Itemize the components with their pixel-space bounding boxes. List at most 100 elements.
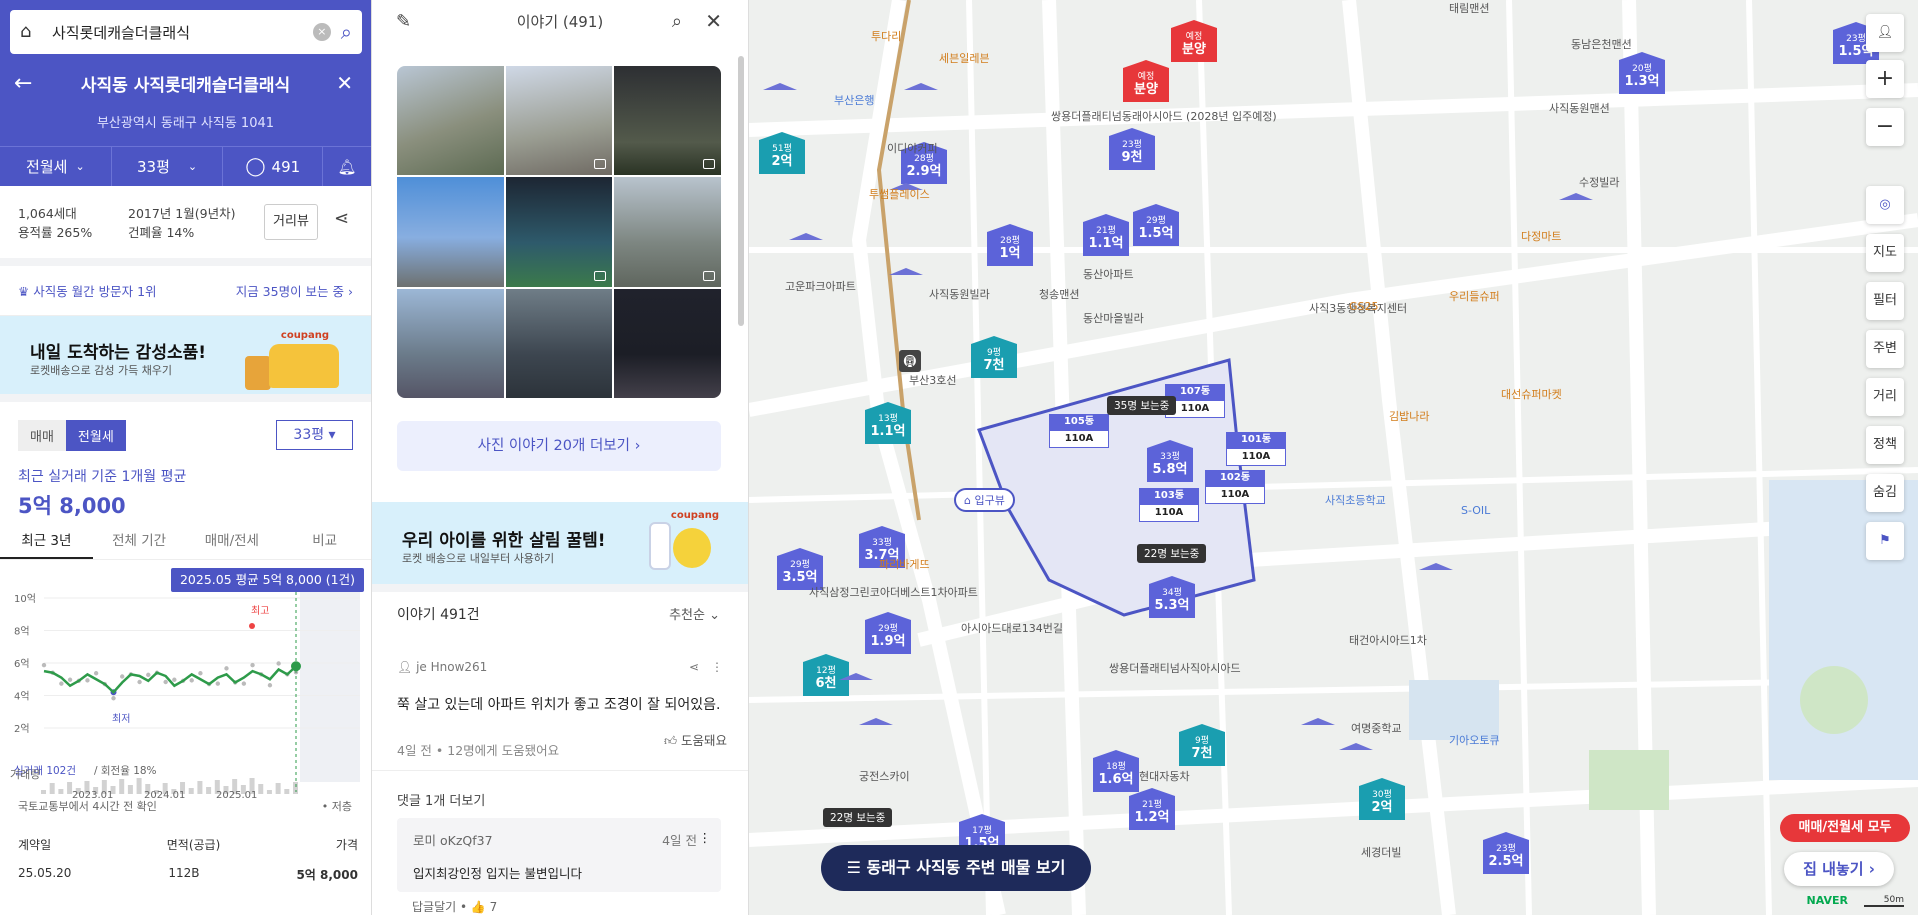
price-marker[interactable]: 33평 5.8억 (1147, 440, 1193, 482)
size-select[interactable]: 33평 ⌄ (112, 147, 224, 186)
price-marker[interactable]: 51평 2억 (759, 132, 805, 174)
tab-all[interactable]: 전체 기간 (93, 524, 186, 559)
map-place-label[interactable]: 대선슈퍼마켓 (1501, 386, 1562, 402)
locate-icon[interactable]: ◎ (1866, 186, 1904, 224)
tool-filter[interactable]: 필터 (1866, 282, 1904, 320)
building-icon[interactable] (1339, 743, 1373, 780)
price-marker[interactable]: 21평 1.2억 (1129, 788, 1175, 830)
photo-thumb[interactable] (505, 177, 613, 287)
price-marker[interactable]: 13평 1.1억 (865, 402, 911, 444)
share-icon[interactable]: ⋖ (334, 208, 349, 229)
pencil-icon[interactable]: ✎ (396, 11, 411, 32)
map-place-label[interactable]: 쌍용더플래티넘사직아시아드 (1109, 660, 1241, 676)
map-place-label[interactable]: 고운파크아파트 (785, 278, 856, 294)
price-marker[interactable]: 9평 7천 (971, 336, 1017, 378)
map-place-label[interactable]: 궁전스카이 (859, 768, 910, 784)
map-place-label[interactable]: 여명중학교 (1351, 720, 1402, 736)
map-place-label[interactable]: GS25 (1349, 300, 1379, 313)
map-place-label[interactable]: 사직동원빌라 (929, 286, 990, 302)
building-icon[interactable] (789, 233, 823, 270)
map-place-label[interactable]: 투다리 (871, 28, 901, 44)
map-place-label[interactable]: 태림맨션 (1449, 0, 1489, 16)
map-view[interactable]: 51평 2억 28평 2.9억 28평 1억 21평 1.1억 29평 1.5억 23평 9천 9평 7천… (749, 0, 1918, 915)
tool-policy[interactable]: 정책 (1866, 426, 1904, 464)
map-place-label[interactable]: 부산3호선 (909, 372, 956, 388)
tool-map[interactable]: 지도 (1866, 234, 1904, 272)
price-marker[interactable]: 20평 1.3억 (1619, 52, 1665, 94)
price-marker[interactable]: 9평 7천 (1179, 724, 1225, 766)
building-icon[interactable] (889, 268, 923, 305)
nearby-listings-button[interactable]: ☰ 동래구 사직동 주변 매물 보기 (821, 845, 1091, 891)
building-icon[interactable] (763, 83, 797, 120)
toggle-sale[interactable]: 매매 (18, 420, 66, 451)
flag-icon[interactable]: ⚑ (1866, 522, 1904, 560)
bell-button[interactable]: 🔔︎ (323, 147, 371, 186)
sort-dropdown[interactable]: 추천순 ⌄ (669, 604, 720, 623)
price-marker[interactable]: 예정 분양 (1123, 60, 1169, 102)
price-marker[interactable]: 29평 1.9억 (865, 612, 911, 654)
map-place-label[interactable]: 사직동원맨션 (1549, 100, 1610, 116)
zoom-in-icon[interactable]: + (1866, 60, 1904, 98)
building-icon[interactable] (839, 673, 873, 710)
building-icon[interactable] (1301, 718, 1335, 755)
map-place-label[interactable]: 쌍용더플래티넘동래아시아드 (2028년 입주예정) (1051, 108, 1277, 124)
dong-label[interactable]: 102동 110A (1205, 470, 1265, 504)
building-icon[interactable] (1559, 193, 1593, 230)
tool-hide[interactable]: 숨김 (1866, 474, 1904, 512)
map-place-label[interactable]: 세경더빌 (1361, 844, 1401, 860)
price-marker[interactable]: 18평 1.6억 (1093, 750, 1139, 792)
search-icon[interactable]: ⌕ (341, 20, 352, 44)
building-icon[interactable] (904, 83, 938, 120)
price-chart[interactable]: 10억8억6억4억2억 최고 최저 실거래 102건 / 회전율 18% 202… (0, 588, 372, 798)
price-marker[interactable]: 23평 2.5억 (1483, 832, 1529, 874)
map-place-label[interactable]: 다정마트 (1521, 228, 1561, 244)
photo-thumb[interactable] (505, 288, 613, 398)
tab-compare[interactable]: 비교 (278, 524, 371, 559)
ad-banner-1[interactable]: 내일 도착하는 감성소품! 로켓배송으로 감성 가득 채우기 coupang (0, 316, 371, 394)
building-icon[interactable] (1539, 0, 1573, 30)
dong-label[interactable]: 105동 110A (1049, 414, 1109, 448)
map-place-label[interactable]: 부산은행 (834, 92, 874, 108)
map-place-label[interactable]: 현대자동차 (1139, 768, 1190, 784)
table-row[interactable]: 25.05.20 112B 5억 8,000 (18, 866, 358, 883)
map-place-label[interactable]: 사직삼정그린코아더베스트1차아파트 (809, 584, 978, 600)
zoom-out-icon[interactable]: − (1866, 108, 1904, 146)
photo-thumb[interactable] (614, 177, 721, 287)
search-box[interactable]: ⌂ 사직롯데캐슬더클래식 × ⌕ (10, 10, 362, 54)
photo-thumb[interactable] (397, 177, 504, 287)
reply-button[interactable]: 답글달기 • 👍 7 (412, 898, 497, 915)
map-place-label[interactable]: 우리들슈퍼 (1449, 288, 1500, 304)
price-marker[interactable]: 34평 5.3억 (1149, 576, 1195, 618)
price-marker[interactable]: 21평 1.1억 (1083, 214, 1129, 256)
helpful-button[interactable]: 👍︎ 도움돼요 (664, 730, 727, 749)
search-input[interactable]: 사직롯데캐슬더클래식 (52, 22, 313, 43)
more-icon[interactable]: ⋮ (699, 830, 712, 845)
more-icon[interactable]: ⋮ (711, 660, 723, 674)
more-photos-button[interactable]: 사진 이야기 20개 더보기 › (397, 421, 721, 471)
close-icon[interactable]: ✕ (705, 9, 722, 33)
map-place-label[interactable]: 세븐일레븐 (939, 50, 990, 66)
map-place-label[interactable]: 동산아파트 (1083, 266, 1134, 282)
user-icon[interactable]: 👤︎ (1866, 14, 1904, 52)
search-icon[interactable]: ⌕ (672, 11, 682, 32)
tab-sale-jeonse[interactable]: 매매/전세 (186, 524, 279, 559)
photo-thumb[interactable] (614, 288, 721, 398)
price-marker[interactable]: 23평 9천 (1109, 128, 1155, 170)
map-place-label[interactable]: 기아오토큐 (1449, 732, 1500, 748)
photo-thumb[interactable] (397, 66, 504, 176)
deal-type-select[interactable]: 전월세 ⌄ (0, 147, 112, 186)
photo-thumb[interactable] (397, 288, 504, 398)
map-place-label[interactable]: 파리바게뜨 (879, 556, 930, 572)
clear-icon[interactable]: × (312, 23, 331, 41)
map-place-label[interactable]: 사직초등학교 (1325, 492, 1386, 508)
close-icon[interactable]: ✕ (336, 71, 353, 95)
scrollbar[interactable] (738, 56, 744, 326)
tool-distance[interactable]: 거리 (1866, 378, 1904, 416)
street-view-button[interactable]: 거리뷰 (264, 204, 318, 240)
share-icon[interactable]: ⋖ (689, 660, 699, 674)
visitor-bar[interactable]: ♛ 사직동 월간 방문자 1위 지금 35명이 보는 중 › (0, 266, 371, 316)
subway-icon[interactable]: 🚇︎ (899, 350, 921, 372)
dong-label[interactable]: 101동 110A (1226, 432, 1286, 466)
building-icon[interactable] (1419, 563, 1453, 600)
map-place-label[interactable]: 김밥나라 (1389, 408, 1429, 424)
